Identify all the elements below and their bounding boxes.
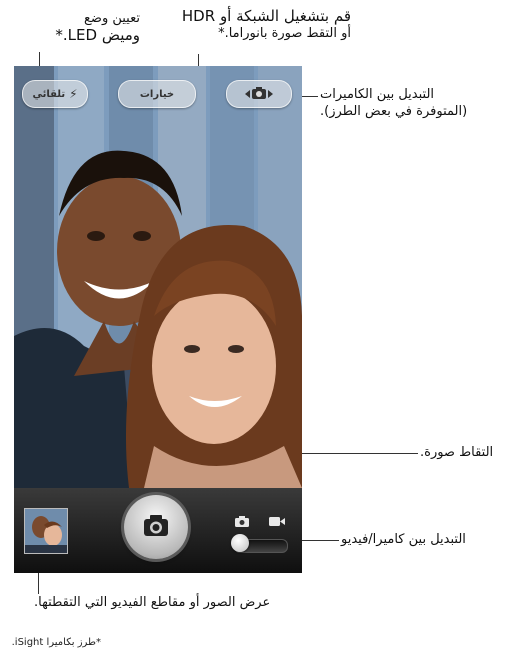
callout-hdr-line1: قم بتشغيل الشبكة أو HDR <box>181 7 351 25</box>
flash-mode-button[interactable]: ⚡ تلقائي <box>22 80 88 108</box>
callout-camera-video-switch-text: التبديل بين كاميرا/فيديو <box>341 532 466 547</box>
callout-switch-cameras-line1: التبديل بين الكاميرات <box>320 87 435 102</box>
camera-control-bar <box>14 488 302 573</box>
callout-flash-mode: تعيين وضع وميض LED.* <box>55 10 140 44</box>
callout-switch-cameras-line2: (المتوفرة في بعض الطرز). <box>320 104 468 119</box>
options-button[interactable]: خيارات <box>118 80 196 108</box>
callout-take-picture-text: التقاط صورة. <box>420 445 494 460</box>
callout-hdr-line2: أو التقط صورة بانوراما.* <box>218 26 351 41</box>
callout-take-picture: التقاط صورة. <box>420 444 493 461</box>
flash-icon: ⚡ <box>69 87 78 101</box>
switch-camera-icon <box>245 87 273 99</box>
camera-video-switch-knob[interactable] <box>231 534 249 552</box>
camera-icon <box>144 515 168 536</box>
video-mode-icon <box>269 517 285 526</box>
callout-switch-cameras: التبديل بين الكاميرات (المتوفرة في بعض ا… <box>320 86 467 120</box>
callout-view-photos-text: عرض الصور أو مقاطع الفيديو التي التقطتها… <box>34 595 271 610</box>
callout-flash-line1: تعيين وضع <box>84 11 140 26</box>
options-label: خيارات <box>139 88 175 100</box>
camera-screen: ⚡ تلقائي خيارات <box>14 66 302 573</box>
footnote: *طرز بكاميرا iSight. <box>11 637 101 648</box>
photo-mode-camera-icon <box>235 516 249 527</box>
flash-mode-label: تلقائي <box>32 88 66 100</box>
selfie-photo <box>14 66 302 488</box>
callout-view-photos: عرض الصور أو مقاطع الفيديو التي التقطتها… <box>34 594 270 611</box>
callout-camera-video-switch: التبديل بين كاميرا/فيديو <box>341 531 466 548</box>
shutter-button[interactable] <box>124 495 188 559</box>
photo-thumbnail[interactable] <box>24 508 68 554</box>
callout-flash-line2: وميض LED.* <box>55 26 140 44</box>
switch-camera-button[interactable] <box>226 80 292 108</box>
callout-hdr-options: قم بتشغيل الشبكة أو HDR أو التقط صورة با… <box>182 8 351 42</box>
thumbnail-image <box>25 509 67 553</box>
